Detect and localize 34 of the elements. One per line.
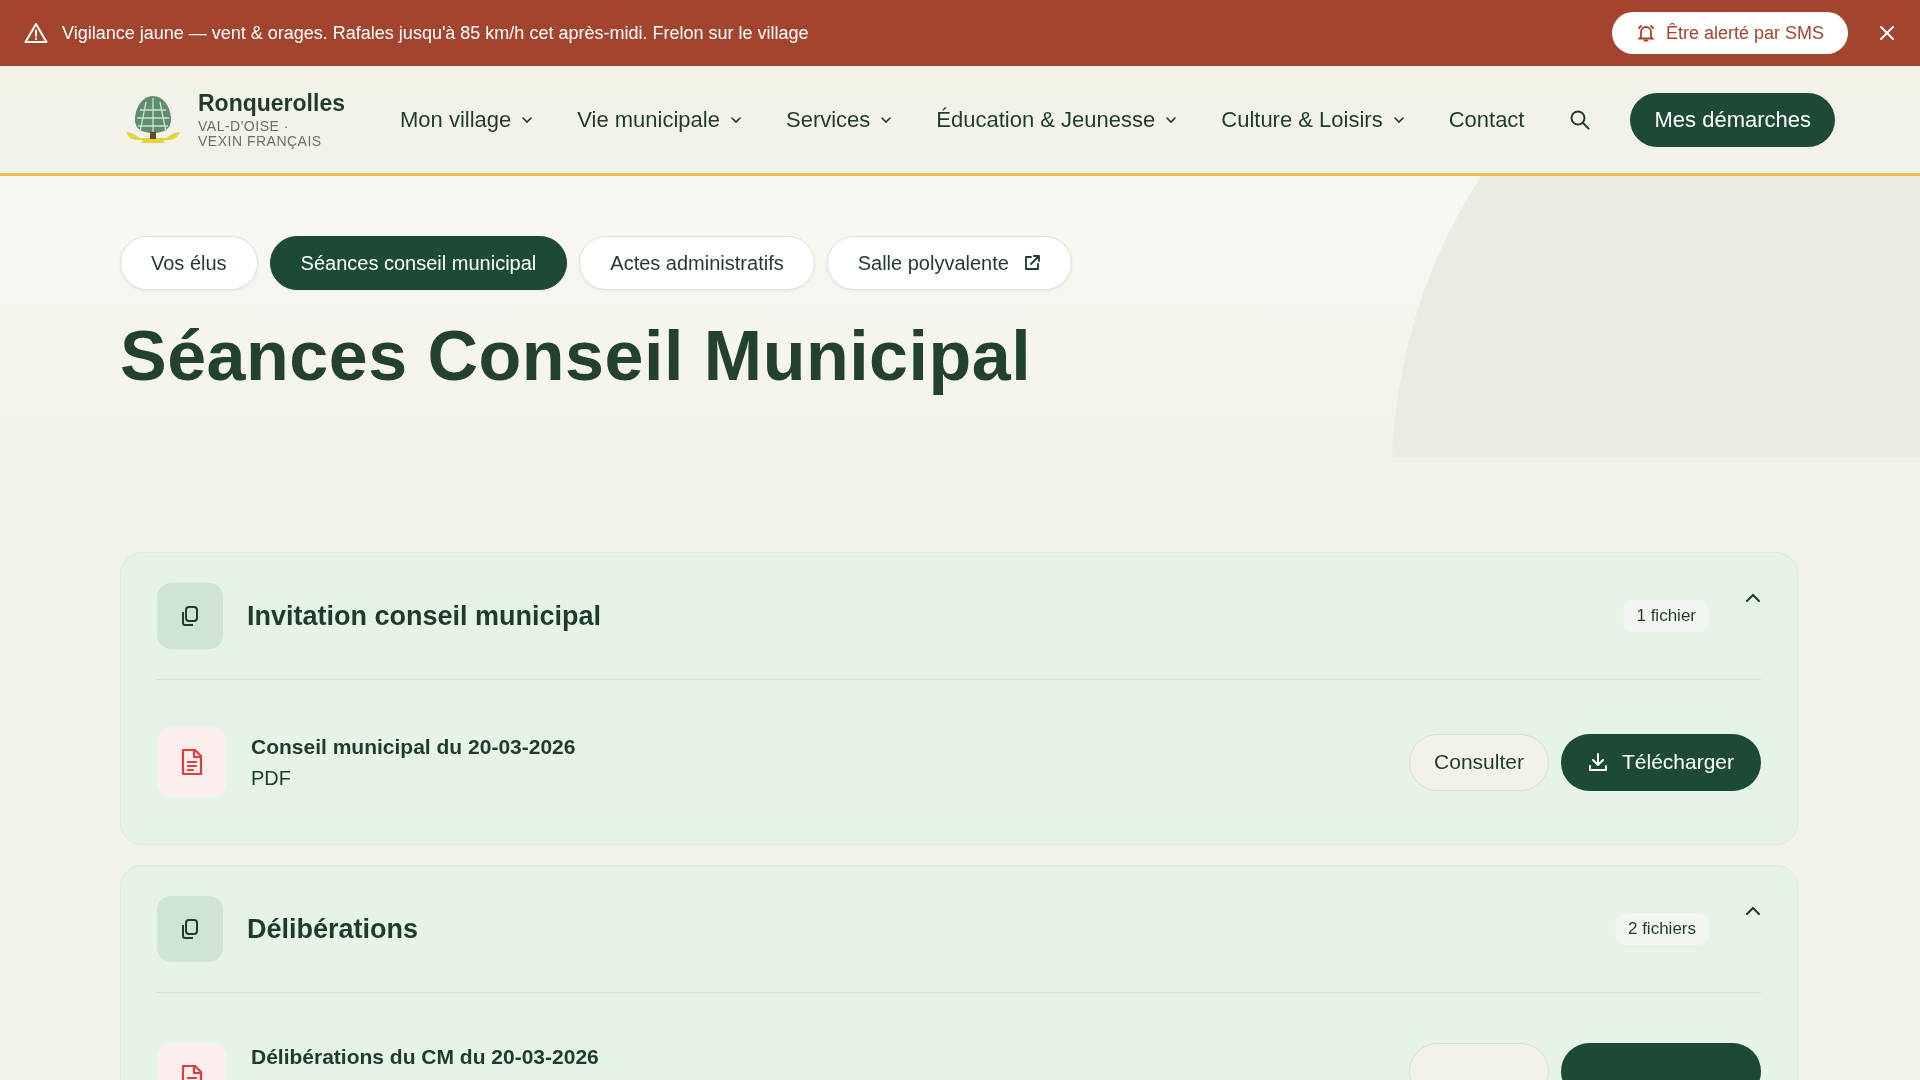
sms-alert-button[interactable]: Être alerté par SMS <box>1611 12 1848 54</box>
file-name: Conseil municipal du 20-03-2026 <box>251 734 577 759</box>
view-button[interactable]: Consulter <box>1409 733 1549 791</box>
warning-icon <box>24 22 48 44</box>
section-title[interactable]: Délibérations <box>247 913 1591 945</box>
site-name[interactable]: Ronquerolles <box>198 90 345 117</box>
chevron-up-icon[interactable] <box>1745 593 1761 603</box>
file-count: 1 fichier <box>1623 600 1709 632</box>
bell-icon <box>1635 23 1656 43</box>
documents-icon <box>157 896 223 962</box>
section-title[interactable]: Invitation conseil municipal <box>247 600 1600 632</box>
file-name: Délibérations du CM du 20-03-2026 <box>251 1045 600 1069</box>
page-tab[interactable]: Vos élus <box>120 236 258 290</box>
nav-link[interactable]: Mon village <box>400 106 534 133</box>
nav-link[interactable]: Contact <box>1448 106 1525 133</box>
close-icon <box>1878 24 1896 42</box>
page-tab[interactable]: Salle polyvalente <box>826 236 1072 290</box>
chevron-up-icon[interactable] <box>1745 906 1761 916</box>
nav-link[interactable]: Culture & Loisirs <box>1221 106 1405 133</box>
site-tagline: VAL-D'OISE · VEXIN FRANÇAIS <box>198 119 323 149</box>
page-tab[interactable]: Actes administratifs <box>579 236 815 290</box>
page-title: Séances Conseil Municipal <box>120 316 1033 396</box>
document-icon <box>157 727 227 797</box>
nav-link[interactable]: Vie municipale <box>577 106 742 133</box>
my-procedures-button[interactable]: Mes démarches <box>1630 92 1835 147</box>
nav-link[interactable]: Services <box>785 106 893 133</box>
alert-text: Vigilance jaune — vent & orages. Rafales jusqu'à 85 km/h cet après-midi. Frelon sur le village <box>62 22 809 44</box>
file-type: PDF <box>251 766 292 790</box>
documents-icon <box>157 583 223 649</box>
nav-link[interactable]: Éducation & Jeunesse <box>936 106 1178 133</box>
file-count: 2 fichiers <box>1614 913 1709 945</box>
page-tab[interactable]: Séances conseil municipal <box>269 236 568 290</box>
download-icon <box>1587 752 1608 772</box>
download-button[interactable]: Télécharger <box>1561 733 1761 791</box>
